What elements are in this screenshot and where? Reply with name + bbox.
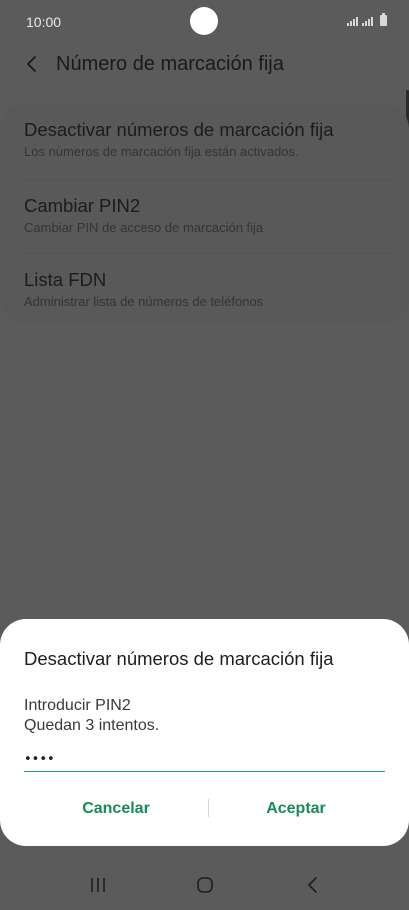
- nav-back-icon: [308, 877, 317, 893]
- home-button[interactable]: [192, 874, 218, 896]
- chevron-left-icon: [27, 56, 36, 72]
- recents-icon: [91, 878, 105, 892]
- home-icon: [197, 877, 213, 893]
- status-time: 10:00: [26, 14, 62, 30]
- status-icons: [347, 13, 387, 26]
- status-bar: 10:00: [0, 0, 409, 44]
- cancel-button[interactable]: Cancelar: [26, 787, 206, 831]
- pin-label: Introducir PIN2: [24, 697, 131, 714]
- setting-subtitle: Los números de marcación fija están acti…: [24, 144, 299, 159]
- signal-icon: [347, 17, 358, 26]
- dialog-buttons: Cancelar Aceptar: [0, 787, 409, 831]
- battery-icon: [380, 13, 387, 26]
- divider: [24, 253, 392, 254]
- attempts-remaining: Quedan 3 intentos.: [24, 717, 160, 734]
- navigation-bar: [0, 860, 409, 910]
- page-title: Número de marcación fija: [56, 53, 284, 75]
- setting-title: Cambiar PIN2: [24, 195, 141, 216]
- dialog-title: Desactivar números de marcación fija: [24, 648, 334, 669]
- setting-subtitle: Administrar lista de números de teléfono…: [24, 294, 264, 309]
- signal-icon-2: [362, 17, 373, 26]
- setting-change-pin2[interactable]: Cambiar PIN2 Cambiar PIN de acceso de ma…: [24, 195, 392, 236]
- screen: 10:00 Número de marcación fija Desactiva…: [0, 0, 409, 910]
- setting-title: Lista FDN: [24, 269, 107, 290]
- setting-title: Desactivar números de marcación fija: [24, 119, 334, 140]
- setting-fdn-list[interactable]: Lista FDN Administrar lista de números d…: [24, 269, 392, 310]
- setting-disable-fdn[interactable]: Desactivar números de marcación fija Los…: [24, 119, 392, 160]
- pin2-input[interactable]: [24, 739, 385, 772]
- nav-back-button[interactable]: [300, 874, 326, 896]
- accept-button[interactable]: Aceptar: [206, 787, 386, 831]
- app-header: Número de marcación fija: [0, 44, 409, 84]
- back-button[interactable]: [20, 52, 44, 76]
- front-camera: [190, 7, 218, 35]
- setting-subtitle: Cambiar PIN de acceso de marcación fija: [24, 220, 264, 235]
- recents-button[interactable]: [86, 874, 112, 896]
- settings-list: Desactivar números de marcación fija Los…: [0, 103, 409, 323]
- divider: [24, 179, 392, 180]
- pin2-dialog: Desactivar números de marcación fija Int…: [0, 619, 409, 846]
